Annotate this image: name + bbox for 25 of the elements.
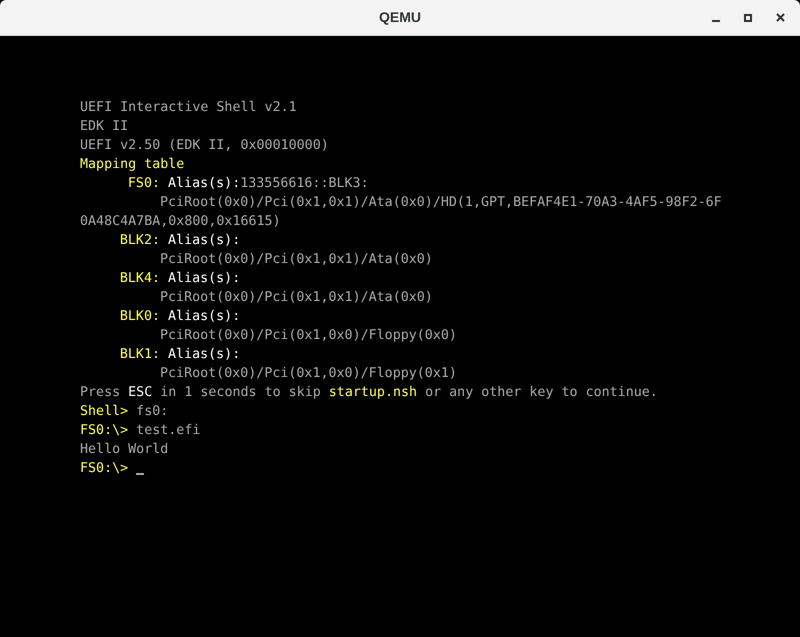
- console-line: BLK4: Alias(s):: [118, 270, 240, 288]
- console-line: Hello World: [80, 442, 168, 457]
- console-line: EDK II: [80, 119, 128, 134]
- console-line: UEFI v2.50 (EDK II, 0x00010000): [80, 138, 329, 153]
- console-line: FS0:\> test.efi: [80, 423, 200, 438]
- console-line: BLK2: Alias(s):: [118, 232, 240, 250]
- cursor-icon: [136, 473, 144, 475]
- console-line: FS0: Alias(s):133556616::BLK3:: [126, 175, 369, 193]
- console-line: PciRoot(0x0)/Pci(0x1,0x0)/Floppy(0x1): [160, 366, 457, 381]
- console-line: Mapping table: [80, 157, 184, 172]
- console-line: PciRoot(0x0)/Pci(0x1,0x0)/Floppy(0x0): [160, 328, 457, 343]
- console-line: PciRoot(0x0)/Pci(0x1,0x1)/Ata(0x0)/HD(1,GPT,BEFAF4E1-70A3-4AF5-98F2-6F: [160, 195, 722, 210]
- close-icon: [776, 13, 784, 22]
- console-line: PciRoot(0x0)/Pci(0x1,0x1)/Ata(0x0): [160, 252, 433, 267]
- console-line: BLK0: Alias(s):: [118, 308, 240, 326]
- console-line: Press ESC in 1 seconds to skip startup.nsh or any other key to continue.: [80, 385, 658, 400]
- window-title: QEMU: [379, 8, 421, 27]
- minimize-icon: [712, 20, 720, 22]
- console-line: PciRoot(0x0)/Pci(0x1,0x1)/Ata(0x0): [160, 290, 433, 305]
- console-line: Shell> fs0:: [80, 404, 168, 419]
- maximize-icon: [744, 14, 752, 22]
- console-line: FS0:\>: [80, 460, 130, 478]
- console-line: UEFI Interactive Shell v2.1: [80, 100, 297, 115]
- console-line: 0A48C4A7BA,0x800,0x16615): [80, 214, 281, 229]
- console-line: BLK1: Alias(s):: [118, 346, 240, 364]
